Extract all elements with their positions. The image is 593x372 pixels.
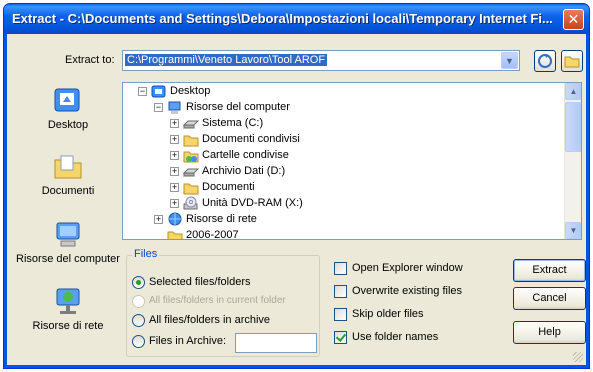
tree-item-shared-folders[interactable]: + Cartelle condivise xyxy=(123,148,563,164)
expand-icon[interactable]: + xyxy=(170,167,179,176)
tree-label: Documenti xyxy=(202,181,255,193)
hard-drive-icon xyxy=(183,168,199,177)
checkbox-label: Open Explorer window xyxy=(352,262,463,274)
new-folder-button[interactable] xyxy=(561,50,583,72)
folder-tree[interactable]: − Desktop − Risorse del computer + Siste… xyxy=(122,82,582,240)
files-group-legend: Files xyxy=(132,248,160,260)
expand-icon[interactable]: + xyxy=(170,199,179,208)
place-label: Desktop xyxy=(47,119,89,131)
documents-folder-icon xyxy=(54,155,82,179)
extract-path-combo[interactable]: C:\Programmi\Veneto Lavoro\Tool AROF ▼ xyxy=(122,50,520,71)
shared-folder-icon xyxy=(183,151,199,163)
place-label: Documenti xyxy=(41,185,95,197)
places-bar: Desktop Documenti Risorse del computer R… xyxy=(14,84,122,344)
place-network[interactable]: Risorse di rete xyxy=(14,287,122,333)
window-title: Extract - C:\Documents and Settings\Debo… xyxy=(12,11,552,26)
checkbox[interactable] xyxy=(334,285,347,298)
desktop-icon xyxy=(151,85,166,98)
radio-button xyxy=(132,295,145,308)
radio-button[interactable] xyxy=(132,314,145,327)
help-button[interactable]: Help xyxy=(513,321,586,344)
tree-label: Cartelle condivise xyxy=(202,149,289,161)
checkbox[interactable] xyxy=(334,308,347,321)
checkbox-label: Overwrite existing files xyxy=(352,285,463,297)
tree-label: Documenti condivisi xyxy=(202,133,300,145)
place-label: Risorse del computer xyxy=(16,253,120,265)
collapse-icon[interactable]: − xyxy=(138,87,147,96)
scrollbar-thumb[interactable] xyxy=(565,102,581,152)
expand-icon[interactable]: + xyxy=(170,183,179,192)
network-icon xyxy=(56,288,80,314)
checkbox-label: Use folder names xyxy=(352,331,439,343)
scroll-up-icon[interactable]: ▲ xyxy=(565,83,581,100)
tree-item-documents[interactable]: + Documenti xyxy=(123,180,563,196)
expand-icon[interactable]: + xyxy=(170,151,179,160)
extract-path-value[interactable]: C:\Programmi\Veneto Lavoro\Tool AROF xyxy=(125,54,328,66)
checkbox[interactable] xyxy=(334,331,347,344)
place-desktop[interactable]: Desktop xyxy=(14,86,122,132)
tree-item-desktop[interactable]: − Desktop xyxy=(123,84,563,100)
dialog-body: Extract to: C:\Programmi\Veneto Lavoro\T… xyxy=(8,34,586,364)
radio-label: Files in Archive: xyxy=(149,335,227,347)
title-bar[interactable]: Extract - C:\Documents and Settings\Debo… xyxy=(4,4,589,34)
tree-item-shared-docs[interactable]: + Documenti condivisi xyxy=(123,132,563,148)
resize-grip-icon[interactable] xyxy=(573,352,583,362)
folder-icon xyxy=(183,183,199,195)
my-computer-icon xyxy=(56,222,80,247)
collapse-icon[interactable]: − xyxy=(154,103,163,112)
place-my-computer[interactable]: Risorse del computer xyxy=(14,220,122,266)
tree-item-computer[interactable]: − Risorse del computer xyxy=(123,100,563,116)
extract-dialog: Extract - C:\Documents and Settings\Debo… xyxy=(3,3,590,369)
tree-label: Risorse del computer xyxy=(186,101,290,113)
radio-button[interactable] xyxy=(132,276,145,289)
cancel-button[interactable]: Cancel xyxy=(513,287,586,310)
checkbox-label: Skip older files xyxy=(352,308,424,320)
folder-icon xyxy=(167,231,183,239)
hard-drive-icon xyxy=(183,120,199,129)
tree-label: Archivio Dati (D:) xyxy=(202,165,286,177)
radio-button[interactable] xyxy=(132,335,145,348)
extract-button[interactable]: Extract xyxy=(513,259,586,282)
chevron-down-icon[interactable]: ▼ xyxy=(501,52,518,69)
expand-icon[interactable]: + xyxy=(154,215,163,224)
files-in-archive-input[interactable] xyxy=(235,333,317,353)
tree-item-dvd[interactable]: + Unità DVD-RAM (X:) xyxy=(123,196,563,212)
place-label: Risorse di rete xyxy=(32,320,104,332)
my-computer-icon xyxy=(168,101,181,114)
expand-icon[interactable]: + xyxy=(170,119,179,128)
network-icon xyxy=(168,212,182,226)
tree-item-network[interactable]: + Risorse di rete xyxy=(123,212,563,228)
tree-item-drive-c[interactable]: + Sistema (C:) xyxy=(123,116,563,132)
extract-to-label: Extract to: xyxy=(65,54,115,66)
checkbox[interactable] xyxy=(334,262,347,275)
tree-label: Risorse di rete xyxy=(186,213,257,225)
tree-scrollbar[interactable]: ▲ ▼ xyxy=(564,83,581,239)
radio-label: All files/folders in current folder xyxy=(149,295,286,306)
close-button[interactable]: ✕ xyxy=(563,9,584,30)
folder-icon xyxy=(183,135,199,147)
refresh-icon xyxy=(538,54,552,68)
scroll-down-icon[interactable]: ▼ xyxy=(565,222,581,239)
new-folder-icon xyxy=(564,56,580,68)
desktop-icon xyxy=(54,88,80,112)
tree-label: Sistema (C:) xyxy=(202,117,264,129)
radio-label: All files/folders in archive xyxy=(149,314,271,326)
tree-item-drive-d[interactable]: + Archivio Dati (D:) xyxy=(123,164,563,180)
tree-label: 2006-2007 xyxy=(186,229,239,240)
dvd-drive-icon xyxy=(183,196,198,210)
show-folder-button[interactable] xyxy=(534,50,556,72)
tree-label: Desktop xyxy=(170,85,211,97)
expand-icon[interactable]: + xyxy=(170,135,179,144)
place-documents[interactable]: Documenti xyxy=(14,152,122,198)
tree-item-2006-2007[interactable]: 2006-2007 xyxy=(123,228,563,240)
tree-label: Unità DVD-RAM (X:) xyxy=(202,197,303,209)
radio-label: Selected files/folders xyxy=(149,276,251,288)
